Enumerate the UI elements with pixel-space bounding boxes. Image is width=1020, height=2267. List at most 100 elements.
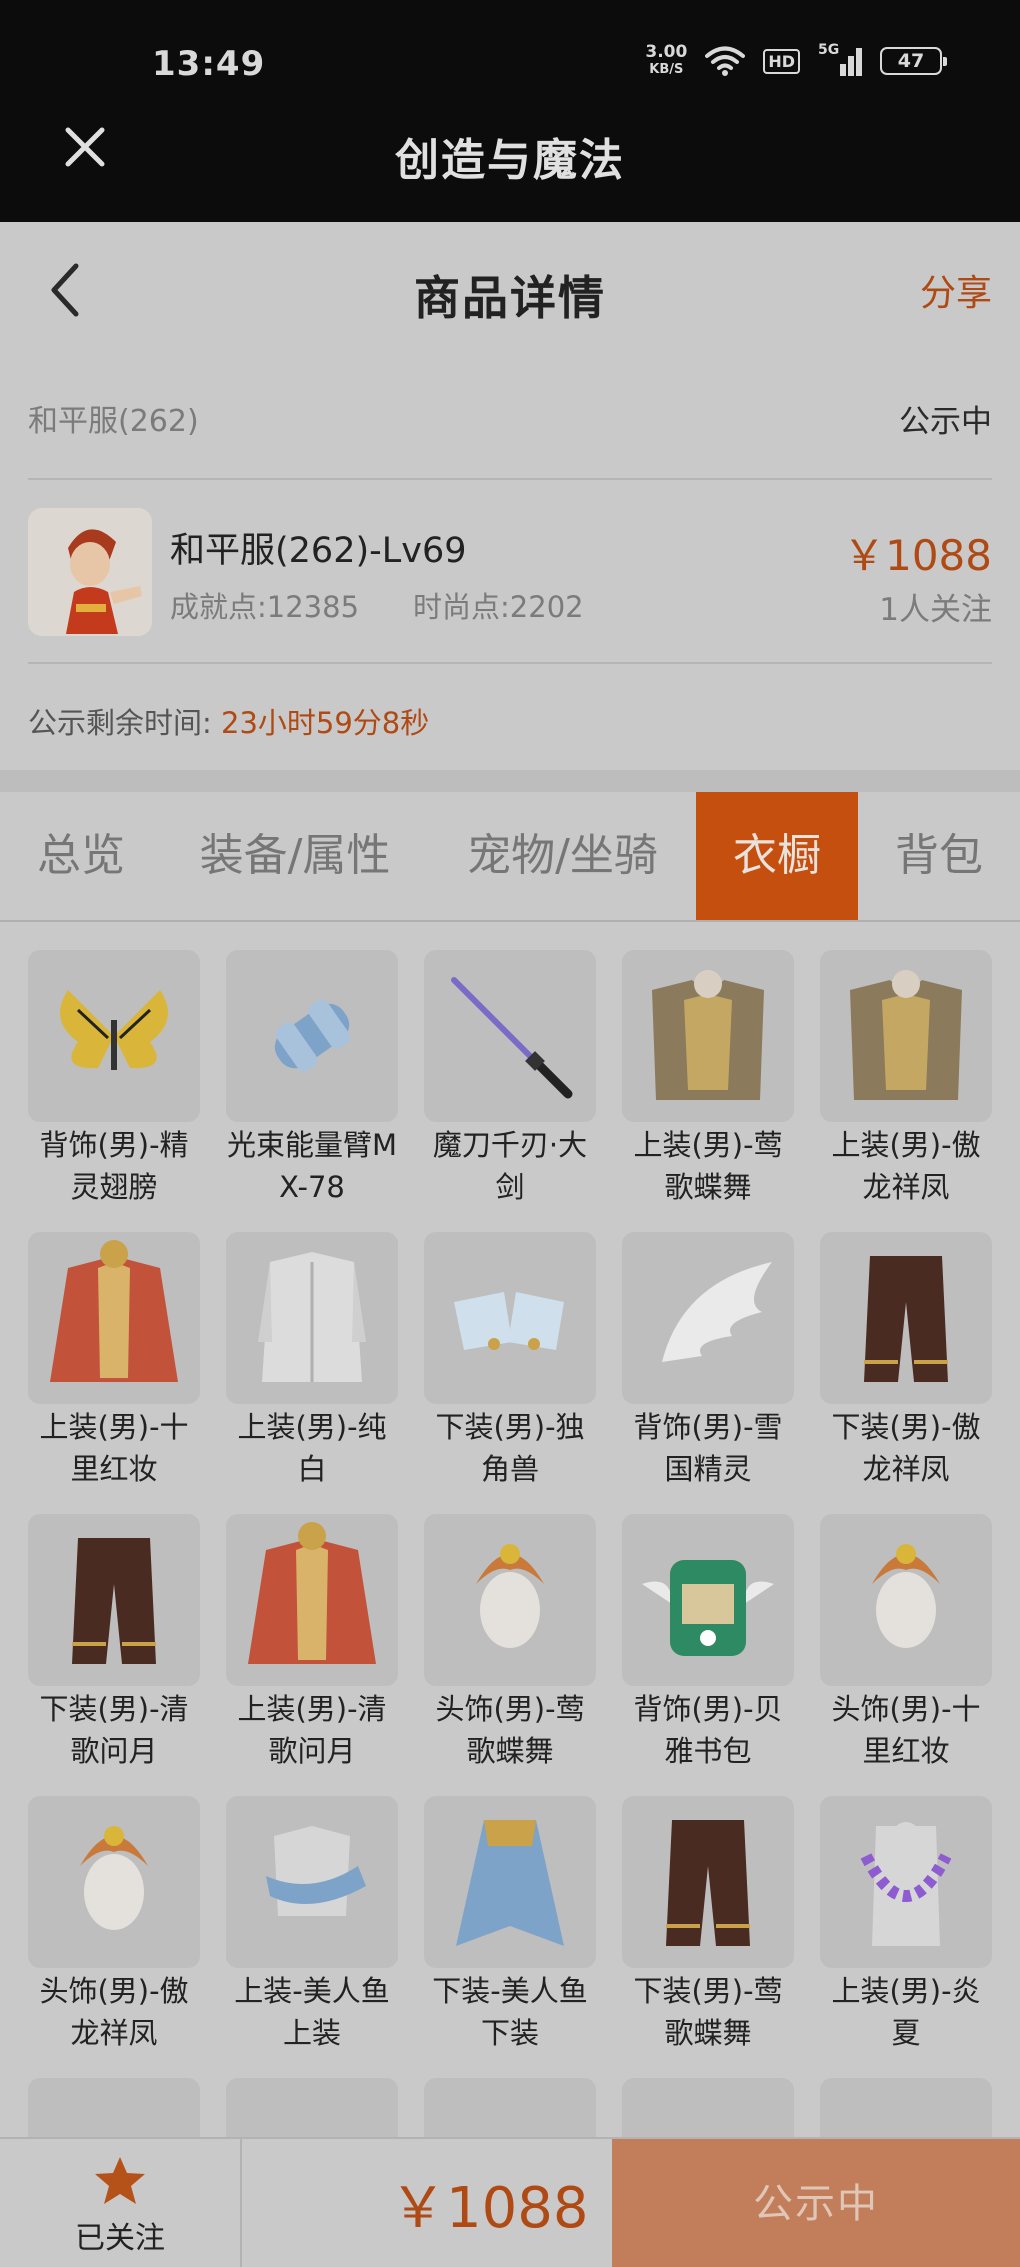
wing-icon (622, 1232, 794, 1404)
buy-button[interactable]: 公示中 (612, 2139, 1020, 2267)
server-row: 和平服(262) 公示中 (28, 380, 992, 480)
backpack-icon (622, 1514, 794, 1686)
wardrobe-item-label: 下装(男)-傲龙祥凤 (831, 1410, 981, 1486)
product-stats: 成就点:12385 时尚点:2202 (170, 584, 584, 626)
sword-icon (424, 950, 596, 1122)
wardrobe-item-label: 上装(男)-莺歌蝶舞 (633, 1128, 783, 1204)
wardrobe-item-label: 上装(男)-纯白 (237, 1410, 387, 1486)
achievement-points: 成就点:12385 (170, 590, 360, 624)
share-button[interactable]: 分享 (920, 264, 992, 316)
headdress-icon (424, 1514, 596, 1686)
robe-icon (28, 1232, 200, 1404)
wardrobe-item[interactable]: 上装(男)-纯白 (226, 1232, 398, 1502)
butterfly-wings-icon (28, 950, 200, 1122)
wardrobe-item[interactable]: 头饰(男)-十里红妆 (820, 1514, 992, 1784)
tab-equipment[interactable]: 装备/属性 (180, 792, 410, 920)
item-thumbnail (424, 2078, 596, 2140)
wifi-icon (705, 46, 746, 76)
wardrobe-item[interactable]: 下装-美人鱼下装 (424, 1796, 596, 2066)
product-summary: 和平服(262)-Lv69 成就点:12385 时尚点:2202 ￥1088 1人… (28, 482, 992, 664)
wardrobe-item[interactable]: 魔刀千刃·大剑 (424, 950, 596, 1220)
lei-icon (820, 1796, 992, 1968)
wardrobe-item[interactable]: 下装(男)-清歌问月 (28, 1514, 200, 1784)
character-avatar (28, 508, 152, 636)
tab-wardrobe[interactable]: 衣橱 (696, 792, 858, 920)
wardrobe-item[interactable]: 上装(男)-傲龙祥凤 (820, 950, 992, 1220)
wardrobe-item-label: 上装(男)-傲龙祥凤 (831, 1128, 981, 1204)
wardrobe-item-partial[interactable] (622, 2078, 794, 2140)
speed-unit: KB/S (649, 62, 684, 77)
energy-arm-icon (226, 950, 398, 1122)
wardrobe-item-partial[interactable] (424, 2078, 596, 2140)
wardrobe-item-label: 头饰(男)-十里红妆 (831, 1692, 981, 1768)
tab-pets-mounts[interactable]: 宠物/坐骑 (440, 792, 685, 920)
wardrobe-item-label: 光束能量臂MX-78 (226, 1128, 398, 1204)
wardrobe-item-partial[interactable] (28, 2078, 200, 2140)
wardrobe-item-label: 魔刀千刃·大剑 (432, 1128, 588, 1204)
app-title: 创造与魔法 (395, 135, 625, 186)
wardrobe-item-label: 下装(男)-独角兽 (435, 1410, 585, 1486)
wardrobe-item[interactable]: 上装(男)-炎夏 (820, 1796, 992, 2066)
headdress-icon (28, 1796, 200, 1968)
follower-count: 1人关注 (879, 592, 992, 628)
server-name: 和平服(262) (28, 404, 199, 439)
wardrobe-item-label: 上装(男)-清歌问月 (237, 1692, 387, 1768)
bottom-price: ￥1088 (390, 2176, 589, 2241)
wardrobe-item[interactable]: 背饰(男)-雪国精灵 (622, 1232, 794, 1502)
follow-button[interactable]: 已关注 (0, 2139, 242, 2267)
coat-icon (226, 1232, 398, 1404)
item-thumbnail (226, 2078, 398, 2140)
wardrobe-item[interactable]: 下装(男)-莺歌蝶舞 (622, 1796, 794, 2066)
signal-icon: 5G (818, 42, 862, 76)
wardrobe-item[interactable]: 上装(男)-清歌问月 (226, 1514, 398, 1784)
bottom-bar: 已关注 ￥1088 公示中 (0, 2137, 1020, 2267)
wardrobe-item-partial[interactable] (226, 2078, 398, 2140)
remaining-time: 公示剩余时间: 23小时59分8秒 (28, 700, 429, 742)
wardrobe-item[interactable]: 头饰(男)-傲龙祥凤 (28, 1796, 200, 2066)
speed-value: 3.00 (645, 42, 688, 62)
wardrobe-item-label: 上装-美人鱼上装 (234, 1974, 390, 2050)
wardrobe-item-partial[interactable] (820, 2078, 992, 2140)
wardrobe-item[interactable]: 头饰(男)-莺歌蝶舞 (424, 1514, 596, 1784)
wardrobe-item[interactable]: 下装(男)-独角兽 (424, 1232, 596, 1502)
tab-backpack[interactable]: 背包 (870, 792, 1008, 920)
wardrobe-item[interactable]: 上装(男)-莺歌蝶舞 (622, 950, 794, 1220)
wardrobe-item-label: 下装(男)-莺歌蝶舞 (633, 1974, 783, 2050)
wardrobe-item[interactable]: 背饰(男)-精灵翅膀 (28, 950, 200, 1220)
item-thumbnail (622, 2078, 794, 2140)
listing-status: 公示中 (899, 404, 992, 440)
armor-icon (622, 950, 794, 1122)
wardrobe-item-label: 背饰(男)-雪国精灵 (633, 1410, 783, 1486)
pants-icon (622, 1796, 794, 1968)
wardrobe-item-label: 上装(男)-十里红妆 (39, 1410, 189, 1486)
status-icons: 3.00 KB/S HD 5G 47 (645, 42, 947, 78)
network-speed: 3.00 KB/S (645, 44, 687, 78)
wardrobe-item[interactable]: 下装(男)-傲龙祥凤 (820, 1232, 992, 1502)
wardrobe-item-label: 头饰(男)-莺歌蝶舞 (435, 1692, 585, 1768)
star-icon (95, 2157, 145, 2204)
fashion-points: 时尚点:2202 (413, 590, 584, 624)
wardrobe-item-label: 上装(男)-炎夏 (831, 1974, 981, 2050)
remaining-label: 公示剩余时间: (28, 706, 212, 740)
wardrobe-item[interactable]: 上装(男)-十里红妆 (28, 1232, 200, 1502)
headdress-icon (820, 1514, 992, 1686)
tab-overview[interactable]: 总览 (0, 792, 162, 920)
wardrobe-item[interactable]: 光束能量臂MX-78 (226, 950, 398, 1220)
wardrobe-item[interactable]: 背饰(男)-贝雅书包 (622, 1514, 794, 1784)
status-bar: 13:49 3.00 KB/S HD 5G 47 (0, 0, 1020, 100)
detail-tabs: 总览 装备/属性 宠物/坐骑 衣橱 背包 (0, 792, 1020, 922)
pants-icon (820, 1232, 992, 1404)
wardrobe-item[interactable]: 上装-美人鱼上装 (226, 1796, 398, 2066)
top-icon (226, 1796, 398, 1968)
wardrobe-item-label: 背饰(男)-精灵翅膀 (39, 1128, 189, 1204)
page-title: 商品详情 (414, 271, 606, 325)
item-thumbnail (820, 2078, 992, 2140)
remaining-countdown: 23小时59分8秒 (221, 706, 430, 740)
battery-level: 47 (897, 50, 925, 72)
follow-label: 已关注 (75, 2221, 165, 2256)
item-thumbnail (28, 2078, 200, 2140)
robe-icon (226, 1514, 398, 1686)
hd-badge: HD (763, 48, 800, 74)
product-name: 和平服(262)-Lv69 (170, 531, 467, 571)
section-divider (0, 770, 1020, 792)
